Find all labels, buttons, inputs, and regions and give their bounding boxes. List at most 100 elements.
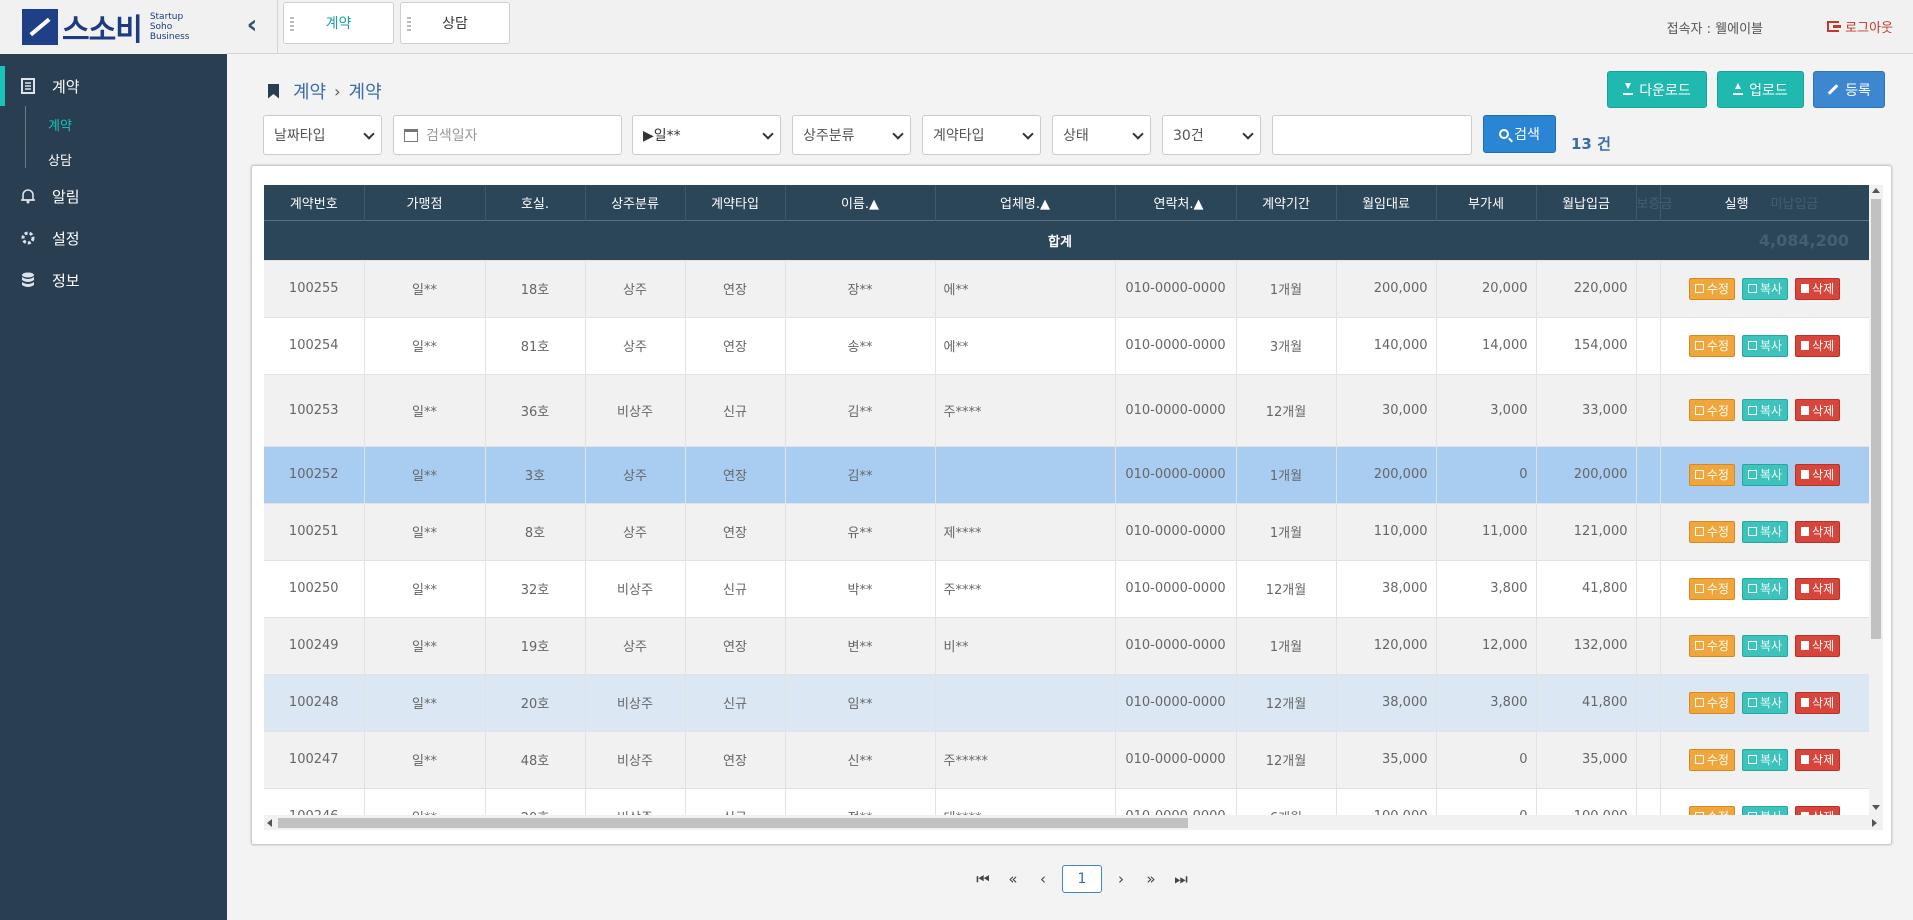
- scroll-thumb[interactable]: [278, 818, 1188, 828]
- tab-contract[interactable]: 계약: [283, 2, 394, 44]
- delete-button[interactable]: 삭제: [1795, 805, 1841, 815]
- sidebar-item-info[interactable]: 정보: [0, 260, 227, 300]
- column-header[interactable]: 보증금: [1636, 185, 1672, 220]
- column-header[interactable]: 실행 미납입금: [1660, 185, 1869, 220]
- table-row[interactable]: 100255 일** 18호 상주 연장 장** 에** 010-0000-0000 1개월 20…: [264, 260, 1869, 318]
- delete-button[interactable]: 삭제: [1795, 691, 1841, 714]
- column-header[interactable]: 계약타입: [685, 185, 786, 220]
- copy-button[interactable]: 복사: [1741, 634, 1789, 657]
- table-row[interactable]: 100254 일** 81호 상주 연장 송** 에** 010-0000-0000 3개월 14…: [264, 317, 1869, 375]
- horizontal-scrollbar[interactable]: [264, 815, 1883, 830]
- delete-button[interactable]: 삭제: [1795, 748, 1841, 771]
- keyword-input[interactable]: [1272, 115, 1472, 155]
- column-header[interactable]: 호실.: [485, 185, 586, 220]
- page-size-select[interactable]: 30건: [1162, 115, 1261, 155]
- edit-button[interactable]: 수정: [1688, 520, 1735, 543]
- next-page-icon[interactable]: ›: [1106, 870, 1136, 888]
- scroll-right-icon[interactable]: [1872, 819, 1877, 827]
- breadcrumb-item[interactable]: 계약: [293, 78, 326, 104]
- edit-button[interactable]: 수정: [1688, 691, 1735, 714]
- tab-consult[interactable]: 상담: [400, 2, 510, 44]
- logo[interactable]: 스소비 Startup Soho Business: [0, 0, 227, 54]
- column-header[interactable]: 이름.▲: [785, 185, 936, 220]
- delete-button[interactable]: 삭제: [1795, 399, 1841, 421]
- prev-block-icon[interactable]: «: [998, 870, 1028, 888]
- current-page[interactable]: 1: [1062, 865, 1102, 893]
- copy-button[interactable]: 복사: [1741, 748, 1789, 771]
- edit-button[interactable]: 수정: [1688, 399, 1735, 421]
- edit-button[interactable]: 수정: [1688, 577, 1735, 600]
- resident-type-select[interactable]: 상주분류: [792, 115, 911, 155]
- column-header[interactable]: 연락처.▲: [1115, 185, 1237, 220]
- table-row[interactable]: 100249 일** 19호 상주 연장 변** 비** 010-0000-0000 1개월 12…: [264, 617, 1869, 675]
- table-cell: 신규: [685, 674, 786, 732]
- table-cell: 100252: [264, 446, 365, 504]
- logout-button[interactable]: 로그아웃: [1827, 17, 1893, 36]
- delete-button[interactable]: 삭제: [1795, 577, 1841, 600]
- search-date-input[interactable]: 검색일자: [393, 115, 622, 155]
- sidebar-subitem-consult[interactable]: 상담: [48, 150, 72, 169]
- drag-handle-icon[interactable]: [407, 17, 411, 31]
- last-page-icon[interactable]: ⏭: [1166, 870, 1196, 888]
- table-scroll-area[interactable]: 계약번호 가맹점 호실. 상주분류 계약타입 이름.▲ 업체명.▲ 연락처.▲ …: [264, 185, 1869, 815]
- column-header[interactable]: 상주분류: [585, 185, 686, 220]
- edit-button[interactable]: 수정: [1688, 277, 1735, 300]
- branch-select[interactable]: ▶일**: [632, 115, 781, 155]
- copy-button[interactable]: 복사: [1741, 805, 1789, 815]
- copy-button[interactable]: 복사: [1741, 463, 1789, 486]
- table-row[interactable]: 100250 일** 32호 비상주 신규 박** 주**** 010-0000-0000 12…: [264, 560, 1869, 618]
- copy-button[interactable]: 복사: [1741, 691, 1789, 714]
- edit-button[interactable]: 수정: [1688, 463, 1735, 486]
- download-button[interactable]: 다운로드: [1607, 71, 1707, 108]
- delete-button[interactable]: 삭제: [1795, 334, 1841, 357]
- scroll-down-icon[interactable]: [1872, 805, 1880, 810]
- upload-button[interactable]: 업로드: [1717, 71, 1804, 108]
- sidebar-collapse-chevron-icon[interactable]: ‹: [240, 10, 264, 40]
- delete-button[interactable]: 삭제: [1795, 463, 1841, 486]
- sidebar-item-contract[interactable]: 계약: [0, 66, 227, 106]
- table-row[interactable]: 100251 일** 8호 상주 연장 유** 제**** 010-0000-0000 1개월 1…: [264, 503, 1869, 561]
- edit-button[interactable]: 수정: [1688, 805, 1735, 815]
- date-type-select[interactable]: 날짜타입: [263, 115, 382, 155]
- status-select[interactable]: 상태: [1052, 115, 1151, 155]
- edit-button[interactable]: 수정: [1688, 334, 1735, 357]
- first-page-icon[interactable]: ⏮: [968, 870, 998, 888]
- column-header[interactable]: 업체명.▲: [935, 185, 1116, 220]
- copy-button[interactable]: 복사: [1741, 520, 1789, 543]
- sidebar-item-settings[interactable]: 설정: [0, 218, 227, 258]
- table-row[interactable]: 100253 일** 36호 비상주 신규 김** 주**** 010-0000-0000 12…: [264, 374, 1869, 447]
- scroll-up-icon[interactable]: [1872, 188, 1880, 193]
- table-cell: 18호: [485, 260, 586, 318]
- column-header[interactable]: 월납입금: [1536, 185, 1637, 220]
- contract-type-select[interactable]: 계약타입: [922, 115, 1041, 155]
- column-header[interactable]: 계약기간: [1236, 185, 1337, 220]
- scroll-thumb[interactable]: [1871, 199, 1881, 639]
- sidebar-item-alarm[interactable]: 알림: [0, 176, 227, 216]
- table-row[interactable]: 100246일**20호비상주신규정**대****010-0000-00006개…: [264, 788, 1869, 815]
- column-header[interactable]: 부가세: [1436, 185, 1537, 220]
- table-row[interactable]: 100248 일** 20호 비상주 신규 임** 010-0000-0000 12개월 38,…: [264, 674, 1869, 732]
- drag-handle-icon[interactable]: [290, 17, 294, 31]
- vertical-scrollbar[interactable]: [1869, 185, 1883, 815]
- copy-button[interactable]: 복사: [1741, 577, 1789, 600]
- table-row[interactable]: 100252 일** 3호 상주 연장 김** 010-0000-0000 1개월 200,00…: [264, 446, 1869, 504]
- table-row[interactable]: 100247 일** 48호 비상주 연장 신** 주***** 010-0000-0000 1…: [264, 731, 1869, 789]
- breadcrumb-item[interactable]: 계약: [349, 78, 382, 104]
- copy-button[interactable]: 복사: [1741, 277, 1789, 300]
- column-header[interactable]: 계약번호: [264, 185, 365, 220]
- search-button[interactable]: 검색: [1483, 115, 1556, 153]
- delete-button[interactable]: 삭제: [1795, 634, 1841, 657]
- next-block-icon[interactable]: »: [1136, 870, 1166, 888]
- copy-button[interactable]: 복사: [1741, 334, 1789, 357]
- sidebar-subitem-contract[interactable]: 계약: [48, 115, 72, 134]
- delete-button[interactable]: 삭제: [1795, 520, 1841, 543]
- copy-button[interactable]: 복사: [1741, 399, 1789, 421]
- edit-button[interactable]: 수정: [1688, 634, 1735, 657]
- scroll-left-icon[interactable]: [267, 819, 272, 827]
- column-header[interactable]: 월임대료: [1336, 185, 1437, 220]
- register-button[interactable]: 등록: [1813, 71, 1885, 108]
- column-header[interactable]: 가맹점: [364, 185, 486, 220]
- prev-page-icon[interactable]: ‹: [1028, 870, 1058, 888]
- delete-button[interactable]: 삭제: [1795, 277, 1841, 300]
- edit-button[interactable]: 수정: [1688, 748, 1735, 771]
